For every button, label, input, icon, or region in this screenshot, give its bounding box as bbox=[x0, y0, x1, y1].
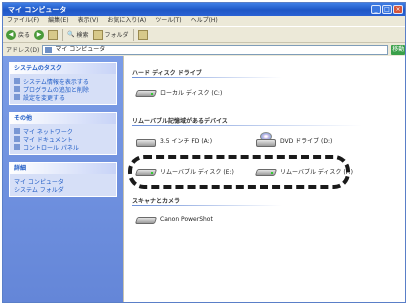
back-label: 戻る bbox=[18, 32, 31, 39]
hard-drive-icon bbox=[134, 87, 158, 98]
address-bar: アドレス(D) マイ コンピュータ 移動 bbox=[3, 43, 405, 56]
details-header[interactable]: 詳細 bbox=[10, 163, 116, 174]
section-header-hard-disks: ハード ディスク ドライブ bbox=[132, 70, 202, 77]
documents-icon bbox=[14, 136, 20, 142]
drive-label: ローカル ディスク (C:) bbox=[160, 90, 223, 97]
programs-icon bbox=[14, 86, 20, 92]
camera-item[interactable]: Canon PowerShot bbox=[134, 214, 213, 225]
settings-icon bbox=[14, 94, 20, 100]
back-arrow-icon: ◀ bbox=[6, 29, 16, 40]
camera-icon bbox=[134, 214, 158, 225]
other-places-panel: その他 マイ ネットワーク マイ ドキュメント コントロール パネル bbox=[9, 112, 117, 155]
info-icon bbox=[14, 78, 20, 84]
section-divider bbox=[132, 205, 282, 206]
up-button[interactable] bbox=[48, 29, 59, 41]
views-button[interactable] bbox=[137, 29, 148, 41]
section-header-removable: リムーバブル記憶域があるデバイス bbox=[132, 118, 228, 125]
toolbar-separator bbox=[132, 28, 134, 41]
drive-item[interactable]: 3.5 インチ FD (A:) bbox=[136, 132, 212, 148]
drive-item[interactable]: ローカル ディスク (C:) bbox=[134, 87, 223, 98]
drive-label: DVD ドライブ (D:) bbox=[280, 137, 333, 145]
task-pane: システムのタスク システム情報を表示する プログラムの追加と削除 設定を変更する… bbox=[3, 56, 123, 302]
toolbar-separator bbox=[62, 28, 64, 41]
address-input[interactable]: マイ コンピュータ bbox=[42, 44, 389, 55]
control-panel-icon bbox=[14, 144, 20, 150]
other-places-list: マイ ネットワーク マイ ドキュメント コントロール パネル bbox=[10, 124, 116, 154]
menu-favorites[interactable]: お気に入り(A) bbox=[107, 16, 146, 26]
menu-file[interactable]: ファイル(F) bbox=[7, 16, 39, 26]
system-tasks-header[interactable]: システムのタスク bbox=[10, 63, 116, 74]
menu-help[interactable]: ヘルプ(H) bbox=[191, 16, 218, 26]
address-label: アドレス(D) bbox=[6, 47, 40, 54]
drive-label: 3.5 インチ FD (A:) bbox=[160, 137, 213, 145]
section-header-scanners: スキャナとカメラ bbox=[132, 198, 181, 205]
details-body: マイ コンピュータ システム フォルダ bbox=[10, 174, 116, 196]
system-tasks-list: システム情報を表示する プログラムの追加と削除 設定を変更する bbox=[10, 74, 116, 104]
dashed-highlight-ring bbox=[128, 155, 350, 189]
folders-icon bbox=[92, 29, 103, 40]
place-item-label: コントロール パネル bbox=[23, 144, 79, 152]
explorer-window: マイ コンピュータ _ □ × ファイル(F) 編集(E) 表示(V) お気に入… bbox=[2, 2, 406, 303]
folder-up-icon bbox=[48, 29, 59, 40]
window-title: マイ コンピュータ bbox=[8, 6, 67, 14]
section-divider bbox=[132, 125, 362, 126]
drive-item[interactable]: DVD ドライブ (D:) bbox=[256, 132, 332, 148]
device-label: Canon PowerShot bbox=[160, 216, 213, 223]
details-panel: 詳細 マイ コンピュータ システム フォルダ bbox=[9, 162, 117, 197]
go-button[interactable]: 移動 bbox=[391, 44, 405, 55]
menu-tools[interactable]: ツール(T) bbox=[155, 16, 181, 26]
title-bar[interactable]: マイ コンピュータ _ □ × bbox=[3, 3, 405, 16]
forward-arrow-icon: ▶ bbox=[34, 29, 45, 40]
folders-label: フォルダ bbox=[104, 32, 129, 39]
search-label: 検索 bbox=[76, 32, 89, 39]
folders-button[interactable]: フォルダ bbox=[92, 29, 129, 41]
menu-view[interactable]: 表示(V) bbox=[78, 16, 99, 26]
close-button[interactable]: × bbox=[393, 5, 403, 14]
toolbar: ◀ 戻る ▶ 🔍 検索 フォルダ bbox=[3, 26, 405, 43]
minimize-button[interactable]: _ bbox=[371, 5, 381, 14]
menu-edit[interactable]: 編集(E) bbox=[48, 16, 68, 26]
system-tasks-panel: システムのタスク システム情報を表示する プログラムの追加と削除 設定を変更する bbox=[9, 62, 117, 105]
task-item-label: 設定を変更する bbox=[23, 94, 66, 102]
floppy-drive-icon bbox=[136, 132, 156, 148]
forward-button[interactable]: ▶ bbox=[34, 29, 45, 41]
back-button[interactable]: ◀ 戻る bbox=[6, 29, 30, 41]
search-icon: 🔍 bbox=[67, 31, 75, 38]
dvd-drive-icon bbox=[256, 132, 276, 148]
window-controls: _ □ × bbox=[371, 5, 403, 14]
menu-bar: ファイル(F) 編集(E) 表示(V) お気に入り(A) ツール(T) ヘルプ(… bbox=[3, 16, 405, 26]
address-value: マイ コンピュータ bbox=[55, 45, 106, 53]
computer-icon bbox=[45, 46, 53, 53]
details-text: システム フォルダ bbox=[14, 186, 64, 194]
maximize-button[interactable]: □ bbox=[382, 5, 392, 14]
network-icon bbox=[14, 128, 20, 134]
place-item[interactable]: コントロール パネル bbox=[14, 143, 112, 152]
views-icon bbox=[137, 29, 148, 40]
other-places-header[interactable]: その他 bbox=[10, 113, 116, 124]
section-divider bbox=[132, 77, 282, 78]
search-button[interactable]: 🔍 検索 bbox=[67, 29, 89, 41]
details-line: システム フォルダ bbox=[14, 185, 112, 194]
task-item[interactable]: 設定を変更する bbox=[14, 93, 112, 102]
